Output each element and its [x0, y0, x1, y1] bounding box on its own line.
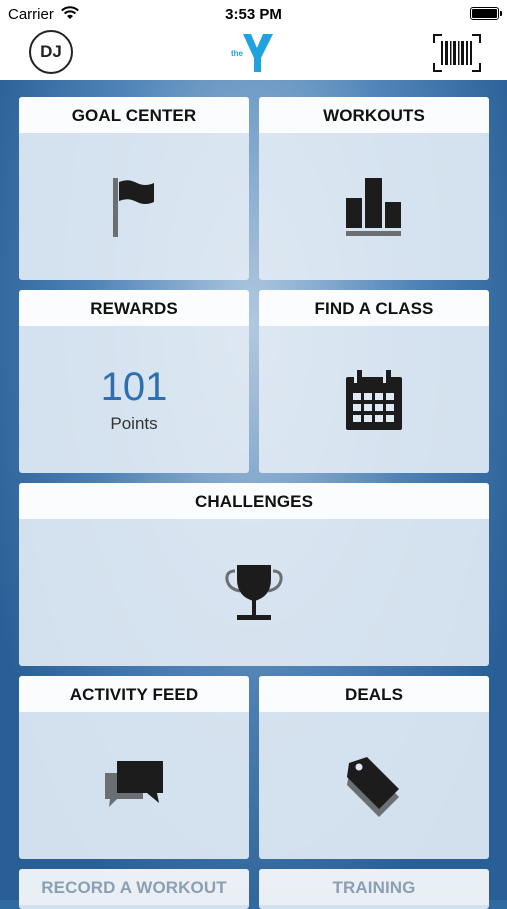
rewards-tile[interactable]: REWARDS 101 Points	[19, 290, 249, 473]
challenges-title: CHALLENGES	[19, 483, 489, 519]
rewards-points-label: Points	[110, 413, 158, 433]
activity-feed-tile[interactable]: ACTIVITY FEED	[19, 676, 249, 859]
nav-bar: DJ the	[0, 28, 507, 81]
training-tile[interactable]: TRAINING	[259, 869, 489, 909]
avatar[interactable]: DJ	[29, 30, 73, 74]
deals-title: DEALS	[259, 676, 489, 712]
goal-center-title: GOAL CENTER	[19, 97, 249, 133]
workouts-tile[interactable]: WORKOUTS	[259, 97, 489, 280]
workouts-title: WORKOUTS	[259, 97, 489, 133]
find-a-class-title: FIND A CLASS	[259, 290, 489, 326]
goal-center-tile[interactable]: GOAL CENTER	[19, 97, 249, 280]
barcode-icon[interactable]	[433, 34, 481, 72]
chat-icon	[105, 760, 163, 807]
status-bar: Carrier 3:53 PM	[0, 0, 507, 28]
clock: 3:53 PM	[225, 6, 282, 23]
trophy-icon	[225, 564, 283, 620]
ymca-logo: the	[231, 34, 273, 72]
activity-feed-title: ACTIVITY FEED	[19, 676, 249, 712]
bar-chart-icon	[346, 177, 401, 236]
rewards-points-value: 101	[100, 364, 168, 409]
tag-icon	[347, 756, 399, 817]
challenges-tile[interactable]: CHALLENGES	[19, 483, 489, 666]
logo-text: the	[231, 49, 244, 58]
battery-icon	[470, 7, 502, 20]
deals-tile[interactable]: DEALS	[259, 676, 489, 859]
record-a-workout-tile[interactable]: RECORD A WORKOUT	[19, 869, 249, 909]
calendar-icon	[346, 369, 402, 430]
find-a-class-tile[interactable]: FIND A CLASS	[259, 290, 489, 473]
rewards-title: REWARDS	[19, 290, 249, 326]
flag-icon	[113, 177, 154, 237]
